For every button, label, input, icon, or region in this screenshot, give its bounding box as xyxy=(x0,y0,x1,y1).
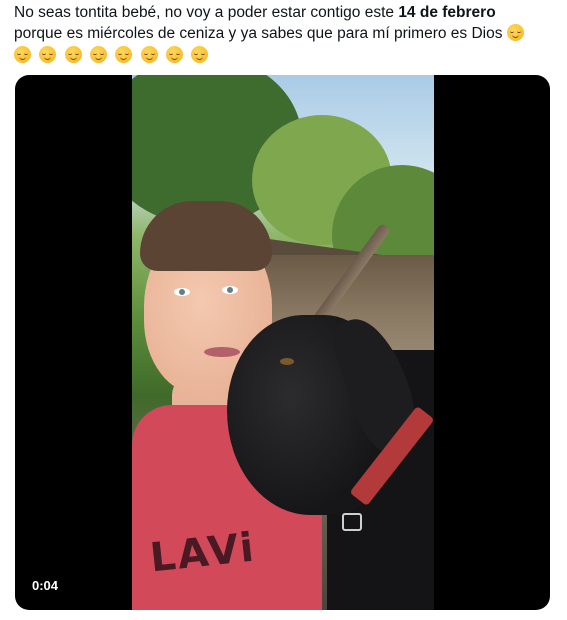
relieved-face-emoji-icon xyxy=(140,46,158,63)
boy-mouth xyxy=(204,347,240,357)
relieved-face-emoji-icon xyxy=(506,24,524,41)
tweet-text-bold: 14 de febrero xyxy=(398,4,496,21)
collar-buckle xyxy=(342,513,362,531)
boy-hair xyxy=(140,201,272,271)
video-timestamp: 0:04 xyxy=(32,578,59,593)
video-frame[interactable]: LAVi xyxy=(132,75,434,610)
tweet-text-line-2: porque es miércoles de ceniza y ya sabes… xyxy=(14,23,554,44)
relieved-face-emoji-icon xyxy=(64,46,82,63)
goat-eye xyxy=(280,358,294,365)
tweet-text-part2: porque es miércoles de ceniza y ya sabes… xyxy=(14,25,503,42)
relieved-face-emoji-icon xyxy=(115,46,133,63)
tweet-text-part1: No seas tontita bebé, no voy a poder est… xyxy=(14,4,399,21)
boy-eye-right xyxy=(222,286,238,294)
tweet-text-line-1: No seas tontita bebé, no voy a poder est… xyxy=(14,2,554,23)
relieved-face-emoji-icon xyxy=(39,46,57,63)
boy-eye-left xyxy=(174,288,190,296)
tweet-text: No seas tontita bebé, no voy a poder est… xyxy=(14,2,554,66)
relieved-face-emoji-icon xyxy=(191,46,209,63)
relieved-face-emoji-icon xyxy=(14,46,31,63)
video-player[interactable]: LAVi 0:04 xyxy=(15,75,550,610)
emoji-row xyxy=(14,45,554,66)
relieved-face-emoji-icon xyxy=(165,46,183,63)
relieved-face-emoji-icon xyxy=(89,46,107,63)
